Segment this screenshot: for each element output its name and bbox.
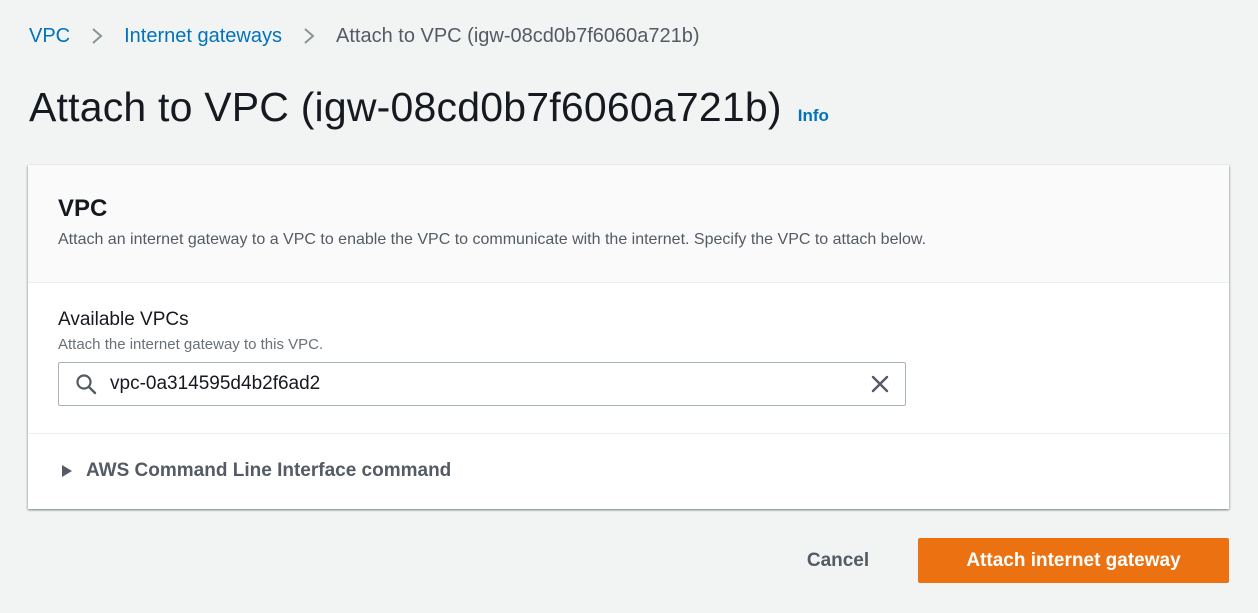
container-header: VPC Attach an internet gateway to a VPC …	[28, 165, 1229, 283]
breadcrumb-item-vpc[interactable]: VPC	[29, 25, 70, 48]
chevron-right-icon	[70, 26, 124, 46]
form-field-available-vpcs: Available VPCs Attach the internet gatew…	[28, 283, 1229, 434]
caret-right-icon	[60, 463, 74, 479]
field-description: Attach the internet gateway to this VPC.	[58, 336, 324, 353]
clear-icon[interactable]	[867, 371, 893, 397]
breadcrumb-item-internet-gateways[interactable]: Internet gateways	[124, 25, 282, 48]
breadcrumb: VPC Internet gateways Attach to VPC (igw…	[29, 22, 700, 50]
chevron-right-icon	[282, 26, 336, 46]
container-title: VPC	[58, 195, 108, 222]
cancel-button[interactable]: Cancel	[786, 538, 890, 583]
container-description: Attach an internet gateway to a VPC to e…	[58, 231, 927, 248]
search-icon	[75, 373, 97, 395]
breadcrumb-item-current: Attach to VPC (igw-08cd0b7f6060a721b)	[336, 24, 700, 47]
info-link[interactable]: Info	[798, 106, 829, 126]
expander-label: AWS Command Line Interface command	[86, 460, 452, 481]
page-header: Attach to VPC (igw-08cd0b7f6060a721b) In…	[29, 84, 829, 131]
vpc-search-input[interactable]	[110, 373, 867, 395]
page-title: Attach to VPC (igw-08cd0b7f6060a721b)	[29, 84, 782, 130]
attach-internet-gateway-button[interactable]: Attach internet gateway	[918, 538, 1229, 583]
field-label: Available VPCs	[58, 309, 189, 330]
vpc-autosuggest[interactable]	[58, 362, 906, 406]
cli-command-expander[interactable]: AWS Command Line Interface command	[28, 434, 1229, 508]
vpc-container: VPC Attach an internet gateway to a VPC …	[28, 165, 1229, 509]
attach-to-vpc-page: VPC Internet gateways Attach to VPC (igw…	[0, 0, 1258, 613]
